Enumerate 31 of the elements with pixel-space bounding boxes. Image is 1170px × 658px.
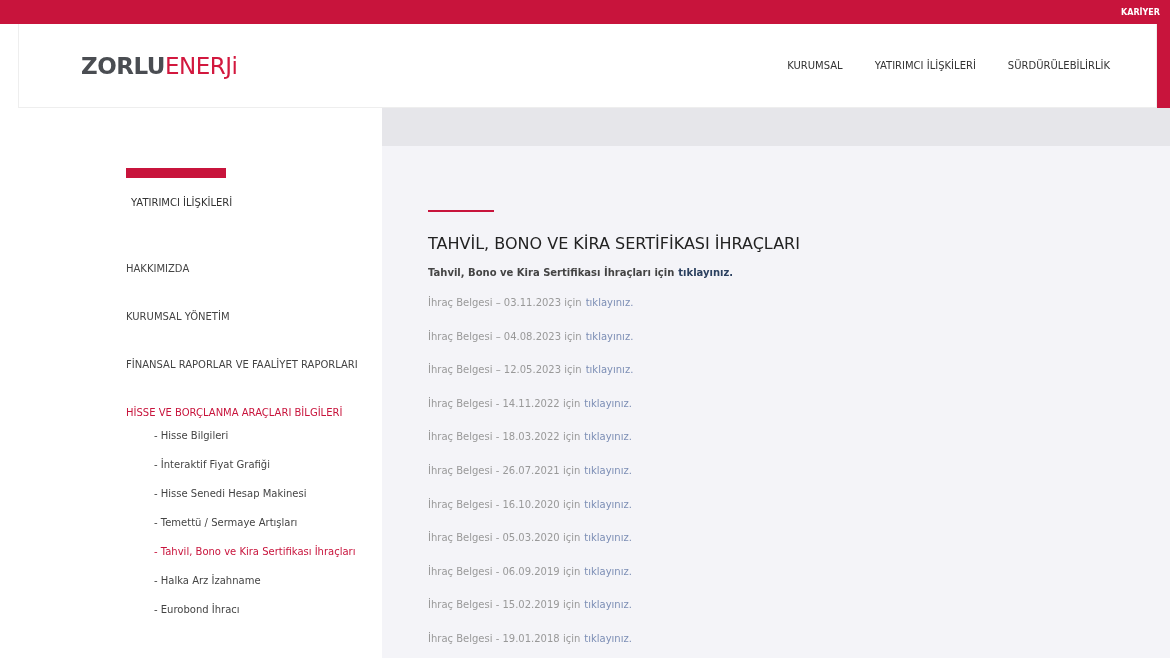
document-text: İhraç Belgesi - 14.11.2022 için [428, 397, 581, 411]
nav-link[interactable]: KURUMSAL [787, 60, 843, 71]
document-text: İhraç Belgesi – 12.05.2023 için [428, 364, 582, 378]
sidebar-subitem[interactable]: - Hisse Senedi Hesap Makinesi [154, 487, 307, 516]
page-title: TAHVİL, BONO VE KİRA SERTİFİKASI İHRAÇLARI [428, 234, 801, 253]
sidebar-subitem[interactable]: - Halka Arz İzahname [154, 574, 261, 603]
sidebar-item[interactable]: HAKKIMIZDA [126, 262, 190, 310]
sidebar-heading: YATIRIMCI İLİŞKİLERİ [131, 197, 234, 208]
document-text: İhraç Belgesi - 19.01.2018 için [428, 632, 581, 646]
sidebar-subitem[interactable]: - Tahvil, Bono ve Kira Sertifikası İhraçları [154, 545, 356, 574]
document-text: İhraç Belgesi - 15.02.2019 için [428, 599, 581, 613]
sidebar-subitem[interactable]: - Temettü / Sermaye Artışları [154, 516, 298, 545]
document-text: İhraç Belgesi - 16.10.2020 için [428, 498, 581, 512]
document-text: İhraç Belgesi - 06.09.2019 için [428, 565, 581, 579]
sidebar-item[interactable]: FİNANSAL RAPORLAR VE FAALİYET RAPORLARI [126, 358, 358, 406]
logo[interactable]: ZORLUENERJi [81, 52, 238, 79]
document-text: İhraç Belgesi - 05.03.2020 için [428, 532, 581, 546]
intro-text: Tahvil, Bono ve Kira Sertifikası İhraçları için [428, 267, 675, 278]
nav-link[interactable]: YATIRIMCI İLİŞKİLERİ [874, 60, 976, 71]
sidebar-item[interactable]: HİSSE VE BORÇLANMA ARAÇLARI BİLGİLERİ [126, 406, 343, 420]
nav-link[interactable]: SÜRDÜRÜLEBİLİRLİK [1007, 60, 1110, 71]
sidebar-subitem[interactable]: - Eurobond İhracı [154, 603, 240, 632]
sidebar-subitem[interactable]: - İnteraktif Fiyat Grafiği [154, 458, 270, 487]
document-text: İhraç Belgesi – 03.11.2023 için [428, 297, 582, 310]
document-text: İhraç Belgesi - 26.07.2021 için [428, 464, 581, 478]
sidebar-item[interactable]: KURUMSAL YÖNETİM [126, 310, 230, 358]
sidebar-subitem[interactable]: - Hisse Bilgileri [154, 429, 229, 458]
document-text: İhraç Belgesi – 04.08.2023 için [428, 330, 582, 344]
intro-link[interactable]: tıklayınız. [678, 267, 734, 278]
career-link[interactable]: KARİYER [1121, 7, 1160, 17]
document-text: İhraç Belgesi - 18.03.2022 için [428, 431, 581, 445]
